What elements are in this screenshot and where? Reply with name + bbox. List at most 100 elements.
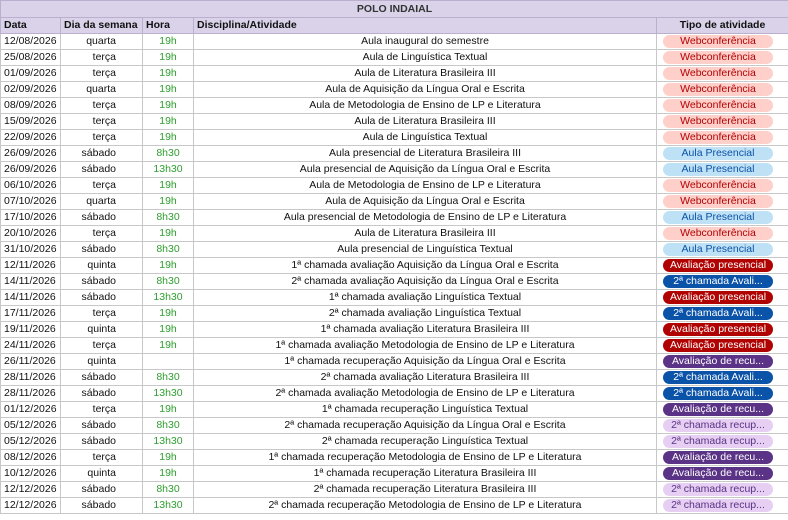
cell-data[interactable]: 05/12/2026 xyxy=(0,433,61,450)
cell-dia-da-semana[interactable]: quinta xyxy=(60,257,143,274)
cell-tipo-de-atividade[interactable]: Aula Presencial xyxy=(655,145,788,162)
cell-hora[interactable]: 19h xyxy=(142,337,194,354)
cell-tipo-de-atividade[interactable]: 2ª chamada recup... xyxy=(655,497,788,514)
cell-tipo-de-atividade[interactable]: Avaliação presencial xyxy=(655,337,788,354)
activity-type-chip[interactable]: Aula Presencial xyxy=(663,243,773,256)
cell-hora[interactable]: 8h30 xyxy=(142,481,194,498)
cell-data[interactable]: 01/12/2026 xyxy=(0,401,61,418)
cell-tipo-de-atividade[interactable]: Avaliação presencial xyxy=(655,257,788,274)
header-hora[interactable]: Hora xyxy=(142,17,194,34)
cell-disciplina[interactable]: 2ª chamada avaliação Metodologia de Ensi… xyxy=(193,385,657,402)
cell-disciplina[interactable]: 2ª chamada recuperação Metodologia de En… xyxy=(193,497,657,514)
activity-type-chip[interactable]: Webconferência xyxy=(663,179,773,192)
cell-hora[interactable]: 19h xyxy=(142,465,194,482)
cell-dia-da-semana[interactable]: terça xyxy=(60,337,143,354)
cell-dia-da-semana[interactable]: sábado xyxy=(60,241,143,258)
cell-hora[interactable]: 19h xyxy=(142,225,194,242)
cell-hora[interactable]: 19h xyxy=(142,97,194,114)
cell-data[interactable]: 17/10/2026 xyxy=(0,209,61,226)
cell-hora[interactable]: 19h xyxy=(142,177,194,194)
cell-disciplina[interactable]: Aula de Literatura Brasileira III xyxy=(193,225,657,242)
cell-data[interactable]: 26/09/2026 xyxy=(0,145,61,162)
cell-disciplina[interactable]: Aula de Literatura Brasileira III xyxy=(193,65,657,82)
activity-type-chip[interactable]: Webconferência xyxy=(663,99,773,112)
cell-dia-da-semana[interactable]: sábado xyxy=(60,145,143,162)
cell-hora[interactable]: 19h xyxy=(142,65,194,82)
cell-data[interactable]: 08/09/2026 xyxy=(0,97,61,114)
cell-tipo-de-atividade[interactable]: 2ª chamada Avali... xyxy=(655,385,788,402)
cell-tipo-de-atividade[interactable]: Aula Presencial xyxy=(655,161,788,178)
cell-tipo-de-atividade[interactable]: Webconferência xyxy=(655,97,788,114)
activity-type-chip[interactable]: Avaliação presencial xyxy=(663,291,773,304)
cell-dia-da-semana[interactable]: sábado xyxy=(60,417,143,434)
cell-dia-da-semana[interactable]: sábado xyxy=(60,209,143,226)
cell-dia-da-semana[interactable]: sábado xyxy=(60,385,143,402)
cell-disciplina[interactable]: Aula de Linguística Textual xyxy=(193,129,657,146)
cell-tipo-de-atividade[interactable]: 2ª chamada Avali... xyxy=(655,273,788,290)
cell-dia-da-semana[interactable]: quinta xyxy=(60,321,143,338)
cell-data[interactable]: 26/11/2026 xyxy=(0,353,61,370)
cell-dia-da-semana[interactable]: terça xyxy=(60,305,143,322)
cell-hora[interactable]: 13h30 xyxy=(142,385,194,402)
cell-hora[interactable]: 13h30 xyxy=(142,289,194,306)
cell-tipo-de-atividade[interactable]: Webconferência xyxy=(655,177,788,194)
cell-dia-da-semana[interactable]: terça xyxy=(60,65,143,82)
header-disciplina[interactable]: Disciplina/Atividade xyxy=(193,17,657,34)
cell-data[interactable]: 20/10/2026 xyxy=(0,225,61,242)
cell-hora[interactable]: 19h xyxy=(142,113,194,130)
cell-tipo-de-atividade[interactable]: Aula Presencial xyxy=(655,209,788,226)
activity-type-chip[interactable]: Webconferência xyxy=(663,67,773,80)
activity-type-chip[interactable]: Avaliação de recu... xyxy=(663,355,773,368)
cell-dia-da-semana[interactable]: terça xyxy=(60,177,143,194)
cell-disciplina[interactable]: Aula presencial de Linguística Textual xyxy=(193,241,657,258)
cell-disciplina[interactable]: Aula inaugural do semestre xyxy=(193,33,657,50)
cell-hora[interactable]: 8h30 xyxy=(142,369,194,386)
cell-dia-da-semana[interactable]: sábado xyxy=(60,481,143,498)
cell-dia-da-semana[interactable]: sábado xyxy=(60,161,143,178)
cell-disciplina[interactable]: 1ª chamada avaliação Aquisição da Língua… xyxy=(193,257,657,274)
cell-dia-da-semana[interactable]: sábado xyxy=(60,433,143,450)
cell-hora[interactable]: 19h xyxy=(142,257,194,274)
cell-hora[interactable]: 19h xyxy=(142,49,194,66)
cell-hora[interactable]: 13h30 xyxy=(142,161,194,178)
cell-tipo-de-atividade[interactable]: Webconferência xyxy=(655,113,788,130)
cell-data[interactable]: 01/09/2026 xyxy=(0,65,61,82)
activity-type-chip[interactable]: Webconferência xyxy=(663,83,773,96)
cell-data[interactable]: 19/11/2026 xyxy=(0,321,61,338)
cell-tipo-de-atividade[interactable]: 2ª chamada recup... xyxy=(655,417,788,434)
activity-type-chip[interactable]: Aula Presencial xyxy=(663,163,773,176)
cell-data[interactable]: 02/09/2026 xyxy=(0,81,61,98)
cell-data[interactable]: 28/11/2026 xyxy=(0,369,61,386)
cell-dia-da-semana[interactable]: terça xyxy=(60,49,143,66)
cell-hora[interactable]: 8h30 xyxy=(142,417,194,434)
cell-data[interactable]: 07/10/2026 xyxy=(0,193,61,210)
cell-disciplina[interactable]: 1ª chamada avaliação Literatura Brasilei… xyxy=(193,321,657,338)
cell-hora[interactable]: 13h30 xyxy=(142,433,194,450)
cell-hora[interactable]: 13h30 xyxy=(142,497,194,514)
cell-data[interactable]: 15/09/2026 xyxy=(0,113,61,130)
cell-data[interactable]: 12/11/2026 xyxy=(0,257,61,274)
cell-tipo-de-atividade[interactable]: Avaliação presencial xyxy=(655,321,788,338)
cell-dia-da-semana[interactable]: terça xyxy=(60,225,143,242)
cell-hora[interactable]: 19h xyxy=(142,321,194,338)
cell-hora[interactable]: 19h xyxy=(142,305,194,322)
cell-dia-da-semana[interactable]: sábado xyxy=(60,273,143,290)
cell-disciplina[interactable]: 1ª chamada recuperação Aquisição da Líng… xyxy=(193,353,657,370)
cell-dia-da-semana[interactable]: terça xyxy=(60,449,143,466)
cell-data[interactable]: 22/09/2026 xyxy=(0,129,61,146)
cell-dia-da-semana[interactable]: terça xyxy=(60,97,143,114)
cell-hora[interactable]: 19h xyxy=(142,81,194,98)
cell-data[interactable]: 12/12/2026 xyxy=(0,497,61,514)
cell-data[interactable]: 12/08/2026 xyxy=(0,33,61,50)
cell-disciplina[interactable]: 2ª chamada recuperação Linguística Textu… xyxy=(193,433,657,450)
cell-tipo-de-atividade[interactable]: Webconferência xyxy=(655,33,788,50)
cell-disciplina[interactable]: 2ª chamada recuperação Literatura Brasil… xyxy=(193,481,657,498)
cell-disciplina[interactable]: Aula de Aquisição da Língua Oral e Escri… xyxy=(193,193,657,210)
cell-disciplina[interactable]: Aula de Literatura Brasileira III xyxy=(193,113,657,130)
cell-hora[interactable]: 8h30 xyxy=(142,209,194,226)
cell-tipo-de-atividade[interactable]: Webconferência xyxy=(655,129,788,146)
activity-type-chip[interactable]: 2ª chamada recup... xyxy=(663,435,773,448)
activity-type-chip[interactable]: 2ª chamada recup... xyxy=(663,483,773,496)
cell-data[interactable]: 17/11/2026 xyxy=(0,305,61,322)
cell-data[interactable]: 08/12/2026 xyxy=(0,449,61,466)
